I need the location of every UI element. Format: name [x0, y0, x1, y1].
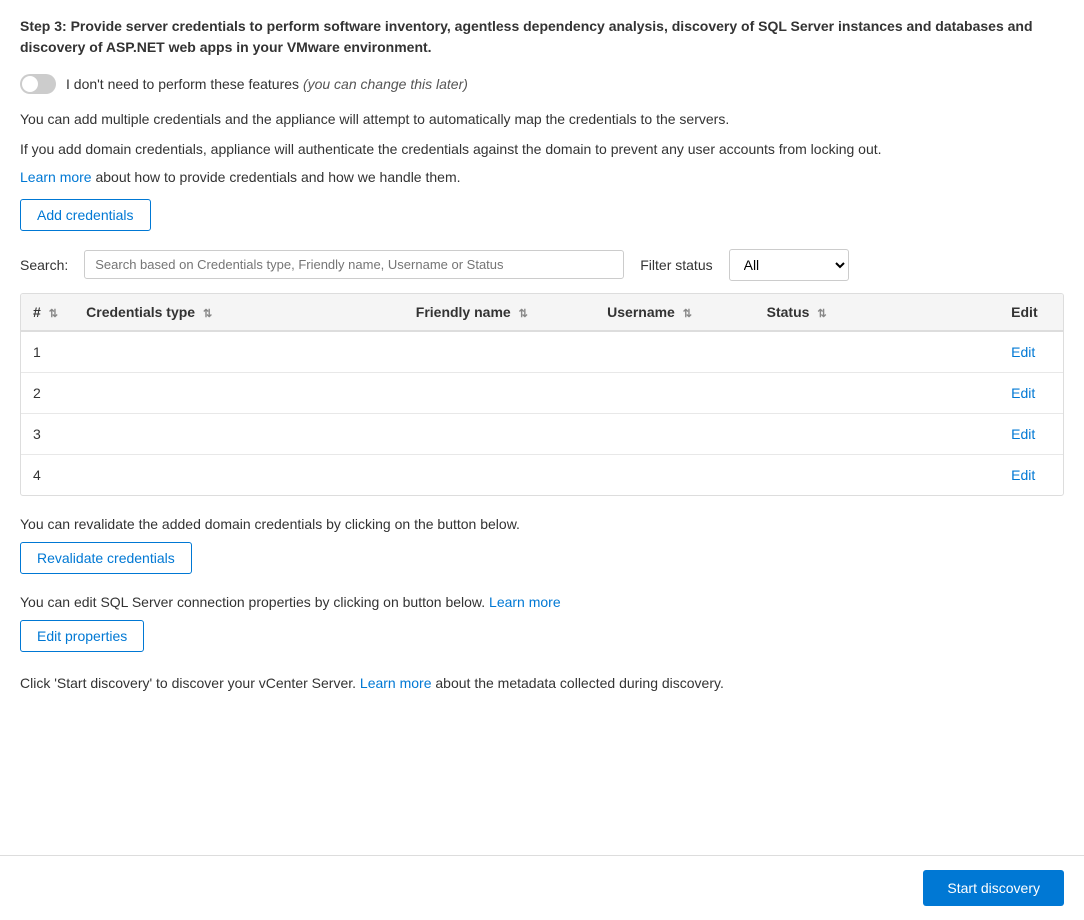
- row-friendly-name: [404, 372, 595, 413]
- row-status: [755, 454, 1000, 495]
- filter-status-label: Filter status: [640, 257, 712, 273]
- row-status: [755, 331, 1000, 373]
- row-edit[interactable]: Edit: [999, 413, 1063, 454]
- start-discovery-text-after: about the metadata collected during disc…: [435, 675, 723, 691]
- row-friendly-name: [404, 454, 595, 495]
- col-header-edit: Edit: [999, 294, 1063, 331]
- add-credentials-button[interactable]: Add credentials: [20, 199, 151, 231]
- col-header-num[interactable]: # ⇅: [21, 294, 74, 331]
- search-label: Search:: [20, 257, 68, 273]
- table-row: 2 Edit: [21, 372, 1063, 413]
- row-num: 3: [21, 413, 74, 454]
- row-friendly-name: [404, 331, 595, 373]
- edit-properties-learn-more-link[interactable]: Learn more: [489, 594, 561, 610]
- table-header-row: # ⇅ Credentials type ⇅ Friendly name ⇅ U…: [21, 294, 1063, 331]
- sort-icon-cred: ⇅: [203, 307, 212, 320]
- col-header-status[interactable]: Status ⇅: [755, 294, 1000, 331]
- start-discovery-learn-more-link[interactable]: Learn more: [360, 675, 432, 691]
- edit-properties-button[interactable]: Edit properties: [20, 620, 144, 652]
- start-discovery-text: Click 'Start discovery' to discover your…: [20, 672, 1064, 694]
- sort-icon-friendly: ⇅: [519, 307, 528, 320]
- row-username: [595, 331, 754, 373]
- search-input[interactable]: [84, 250, 624, 279]
- revalidate-section: You can revalidate the added domain cred…: [20, 516, 1064, 574]
- table-row: 3 Edit: [21, 413, 1063, 454]
- row-num: 1: [21, 331, 74, 373]
- start-discovery-section: Click 'Start discovery' to discover your…: [20, 672, 1064, 694]
- row-edit[interactable]: Edit: [999, 331, 1063, 373]
- step-title: Step 3: Provide server credentials to pe…: [20, 16, 1064, 58]
- start-discovery-button[interactable]: Start discovery: [923, 870, 1064, 906]
- edit-properties-text: You can edit SQL Server connection prope…: [20, 594, 1064, 610]
- toggle-label: I don't need to perform these features (…: [66, 76, 468, 92]
- sort-icon-username: ⇅: [683, 307, 692, 320]
- learn-more-row: Learn more about how to provide credenti…: [20, 169, 1064, 185]
- revalidate-text: You can revalidate the added domain cred…: [20, 516, 1064, 532]
- row-username: [595, 454, 754, 495]
- sort-icon-status: ⇅: [817, 307, 826, 320]
- row-username: [595, 372, 754, 413]
- credentials-table-container: # ⇅ Credentials type ⇅ Friendly name ⇅ U…: [20, 293, 1064, 496]
- row-edit[interactable]: Edit: [999, 372, 1063, 413]
- edit-properties-section: You can edit SQL Server connection prope…: [20, 594, 1064, 652]
- toggle-italic: (you can change this later): [303, 76, 468, 92]
- info-text-1: You can add multiple credentials and the…: [20, 108, 1064, 130]
- revalidate-credentials-button[interactable]: Revalidate credentials: [20, 542, 192, 574]
- row-status: [755, 413, 1000, 454]
- learn-more-link[interactable]: Learn more: [20, 169, 92, 185]
- row-cred-type: [74, 413, 404, 454]
- row-cred-type: [74, 331, 404, 373]
- search-filter-row: Search: Filter status All Valid Invalid …: [20, 249, 1064, 281]
- edit-link-2[interactable]: Edit: [1011, 385, 1035, 401]
- row-status: [755, 372, 1000, 413]
- bottom-bar: Start discovery: [0, 855, 1084, 920]
- filter-status-select[interactable]: All Valid Invalid Pending: [729, 249, 849, 281]
- toggle-switch[interactable]: [20, 74, 56, 94]
- learn-more-suffix: about how to provide credentials and how…: [95, 169, 460, 185]
- row-num: 2: [21, 372, 74, 413]
- col-header-friendly-name[interactable]: Friendly name ⇅: [404, 294, 595, 331]
- row-edit[interactable]: Edit: [999, 454, 1063, 495]
- col-header-cred-type[interactable]: Credentials type ⇅: [74, 294, 404, 331]
- row-cred-type: [74, 372, 404, 413]
- edit-link-3[interactable]: Edit: [1011, 426, 1035, 442]
- edit-link-1[interactable]: Edit: [1011, 344, 1035, 360]
- sort-icon-num: ⇅: [49, 307, 58, 320]
- info-text-2: If you add domain credentials, appliance…: [20, 138, 1064, 160]
- row-username: [595, 413, 754, 454]
- credentials-table: # ⇅ Credentials type ⇅ Friendly name ⇅ U…: [21, 294, 1063, 495]
- table-row: 4 Edit: [21, 454, 1063, 495]
- row-friendly-name: [404, 413, 595, 454]
- edit-link-4[interactable]: Edit: [1011, 467, 1035, 483]
- col-header-username[interactable]: Username ⇅: [595, 294, 754, 331]
- toggle-row: I don't need to perform these features (…: [20, 74, 1064, 94]
- table-body: 1 Edit 2 Edit 3 Edit: [21, 331, 1063, 495]
- table-row: 1 Edit: [21, 331, 1063, 373]
- row-num: 4: [21, 454, 74, 495]
- row-cred-type: [74, 454, 404, 495]
